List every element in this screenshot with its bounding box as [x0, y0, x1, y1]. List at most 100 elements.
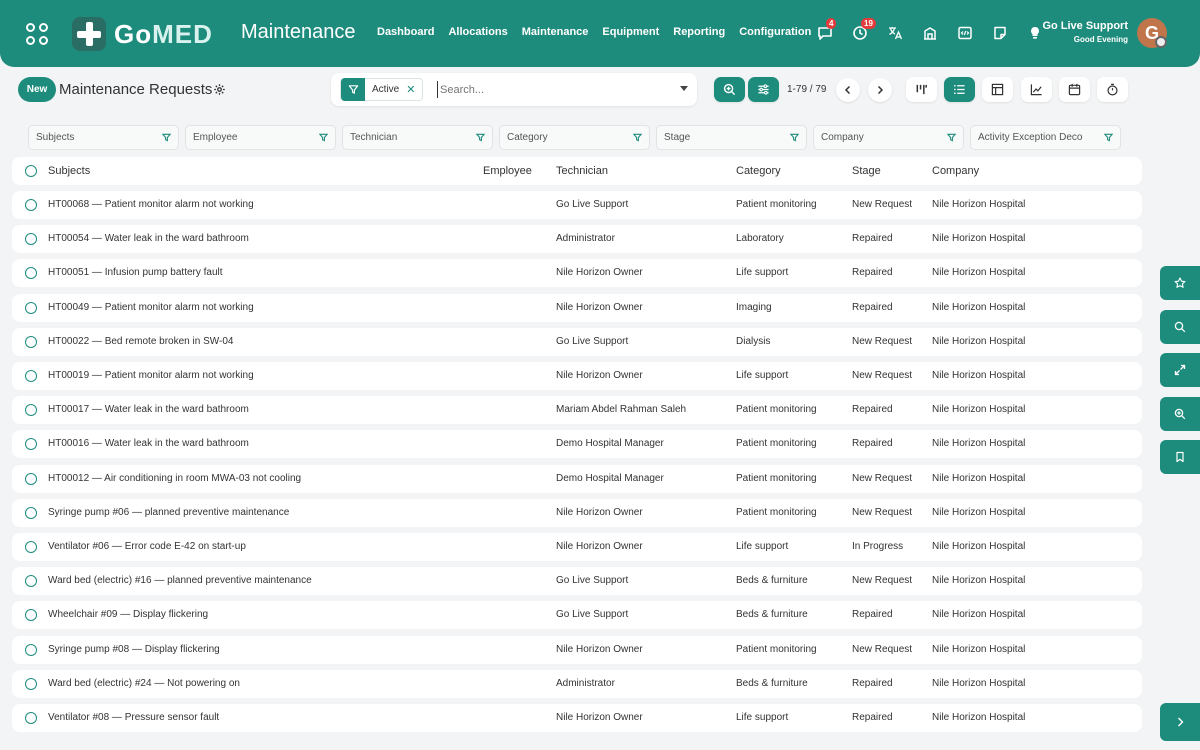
cell-subject: Ward bed (electric) #16 — planned preven… [48, 575, 312, 587]
row-select-checkbox[interactable] [25, 404, 37, 417]
expand-side-button[interactable] [1160, 353, 1200, 387]
sticky-note-icon[interactable] [991, 24, 1009, 42]
funnel-icon [162, 133, 171, 142]
row-select-checkbox[interactable] [25, 609, 37, 622]
next-side-button[interactable] [1160, 703, 1200, 741]
pivot-view-button[interactable] [982, 77, 1013, 102]
messages-icon[interactable]: 4 [816, 18, 837, 42]
cell-subject: HT00017 — Water leak in the ward bathroo… [48, 404, 249, 416]
column-header-subjects[interactable]: Subjects [48, 157, 478, 185]
user-menu[interactable]: Go Live Support Good Evening [1042, 20, 1128, 44]
menu-allocations[interactable]: Allocations [448, 26, 507, 38]
cell-stage: Repaired [852, 404, 893, 416]
row-select-checkbox[interactable] [25, 199, 37, 211]
filter-company[interactable]: Company [813, 125, 964, 150]
row-select-checkbox[interactable] [25, 472, 37, 485]
table-row[interactable]: HT00022 — Bed remote broken in SW-04 Go L… [12, 327, 1142, 356]
pager-value[interactable]: 1-79 / 79 [787, 84, 826, 95]
zoom-side-button[interactable] [1160, 397, 1200, 431]
filter-employee[interactable]: Employee [185, 125, 336, 150]
cell-subject: HT00022 — Bed remote broken in SW-04 [48, 335, 234, 347]
column-header-employee[interactable]: Employee [483, 157, 553, 185]
column-header-stage[interactable]: Stage [852, 157, 930, 185]
column-header-technician[interactable]: Technician [556, 157, 731, 185]
row-select-checkbox[interactable] [25, 541, 37, 553]
new-button[interactable]: New [18, 77, 56, 102]
pager-next-button[interactable] [868, 78, 892, 102]
search-side-button[interactable] [1160, 310, 1200, 344]
table-row[interactable]: Syringe pump #06 — planned preventive ma… [12, 498, 1142, 527]
search-options-toggle-icon[interactable] [680, 86, 688, 91]
expand-icon [1174, 364, 1186, 376]
table-row[interactable]: HT00017 — Water leak in the ward bathroo… [12, 396, 1142, 425]
menu-configuration[interactable]: Configuration [739, 26, 811, 38]
table-row[interactable]: Syringe pump #08 — Display flickering Nil… [12, 635, 1142, 664]
bookmark-side-button[interactable] [1160, 440, 1200, 474]
table-row[interactable]: HT00012 — Air conditioning in room MWA-0… [12, 464, 1142, 493]
column-header-company[interactable]: Company [932, 157, 1092, 185]
list-view-button[interactable] [944, 77, 975, 102]
cell-stage: New Request [852, 506, 913, 518]
row-select-checkbox[interactable] [25, 267, 37, 280]
menu-maintenance[interactable]: Maintenance [522, 26, 589, 38]
table-row[interactable]: HT00068 — Patient monitor alarm not work… [12, 191, 1142, 219]
table-row[interactable]: HT00051 — Infusion pump battery fault Nil… [12, 259, 1142, 288]
cell-technician: Go Live Support [556, 609, 629, 621]
active-filter-facet[interactable]: Active ✕ [340, 78, 424, 101]
filter-category[interactable]: Category [499, 125, 650, 150]
filter-subjects[interactable]: Subjects [28, 125, 179, 150]
code-window-icon[interactable] [956, 24, 974, 42]
row-select-checkbox[interactable] [25, 643, 37, 656]
remove-facet-icon[interactable]: ✕ [406, 83, 422, 96]
gear-icon[interactable] [213, 83, 226, 96]
filter-stage[interactable]: Stage [656, 125, 807, 150]
menu-reporting[interactable]: Reporting [673, 26, 725, 38]
app-logo[interactable]: GoMED [72, 17, 213, 51]
cell-company: Nile Horizon Hospital [932, 643, 1026, 655]
cell-technician: Mariam Abdel Rahman Saleh [556, 404, 687, 416]
kanban-view-button[interactable] [906, 77, 937, 102]
table-row[interactable]: Ward bed (electric) #24 — Not powering o… [12, 669, 1142, 698]
cell-category: Patient monitoring [736, 643, 817, 655]
cell-subject: HT00051 — Infusion pump battery fault [48, 267, 223, 279]
activities-clock-icon[interactable]: 19 [851, 18, 876, 42]
row-select-checkbox[interactable] [25, 506, 37, 519]
cell-technician: Go Live Support [556, 335, 629, 347]
zoom-search-button[interactable] [714, 77, 745, 102]
search-input[interactable] [437, 81, 667, 98]
graph-view-button[interactable] [1021, 77, 1052, 102]
building-icon[interactable] [921, 24, 939, 42]
select-all-checkbox[interactable] [25, 165, 37, 177]
table-row[interactable]: Ward bed (electric) #16 — planned preven… [12, 567, 1142, 596]
filters-button[interactable] [748, 77, 779, 102]
row-select-checkbox[interactable] [25, 575, 37, 588]
table-row[interactable]: HT00054 — Water leak in the ward bathroo… [12, 225, 1142, 254]
cell-stage: New Request [852, 199, 913, 210]
row-select-checkbox[interactable] [25, 438, 37, 451]
row-select-checkbox[interactable] [25, 677, 37, 690]
table-row[interactable]: Ventilator #08 — Pressure sensor fault Ni… [12, 704, 1142, 732]
activity-view-button[interactable] [1097, 77, 1128, 102]
menu-equipment[interactable]: Equipment [602, 26, 659, 38]
row-select-checkbox[interactable] [25, 233, 37, 246]
favorite-side-button[interactable] [1160, 266, 1200, 300]
pager-previous-button[interactable] [836, 78, 860, 102]
filter-technician[interactable]: Technician [342, 125, 493, 150]
calendar-view-button[interactable] [1059, 77, 1090, 102]
cell-company: Nile Horizon Hospital [932, 438, 1026, 450]
translate-icon[interactable] [886, 24, 904, 42]
filter-activity-exception[interactable]: Activity Exception Deco [970, 125, 1121, 150]
table-row[interactable]: HT00016 — Water leak in the ward bathroo… [12, 430, 1142, 459]
lightbulb-icon[interactable] [1026, 24, 1044, 42]
row-select-checkbox[interactable] [25, 370, 37, 382]
table-row[interactable]: HT00049 — Patient monitor alarm not work… [12, 293, 1142, 322]
row-select-checkbox[interactable] [25, 335, 37, 348]
apps-menu-icon[interactable] [26, 23, 48, 45]
table-row[interactable]: Wheelchair #09 — Display flickering Go Li… [12, 601, 1142, 630]
table-row[interactable]: Ventilator #06 — Error code E-42 on star… [12, 533, 1142, 561]
table-row[interactable]: HT00019 — Patient monitor alarm not work… [12, 362, 1142, 390]
column-header-category[interactable]: Category [736, 157, 848, 185]
menu-dashboard[interactable]: Dashboard [377, 26, 434, 38]
row-select-checkbox[interactable] [25, 712, 37, 724]
row-select-checkbox[interactable] [25, 301, 37, 314]
